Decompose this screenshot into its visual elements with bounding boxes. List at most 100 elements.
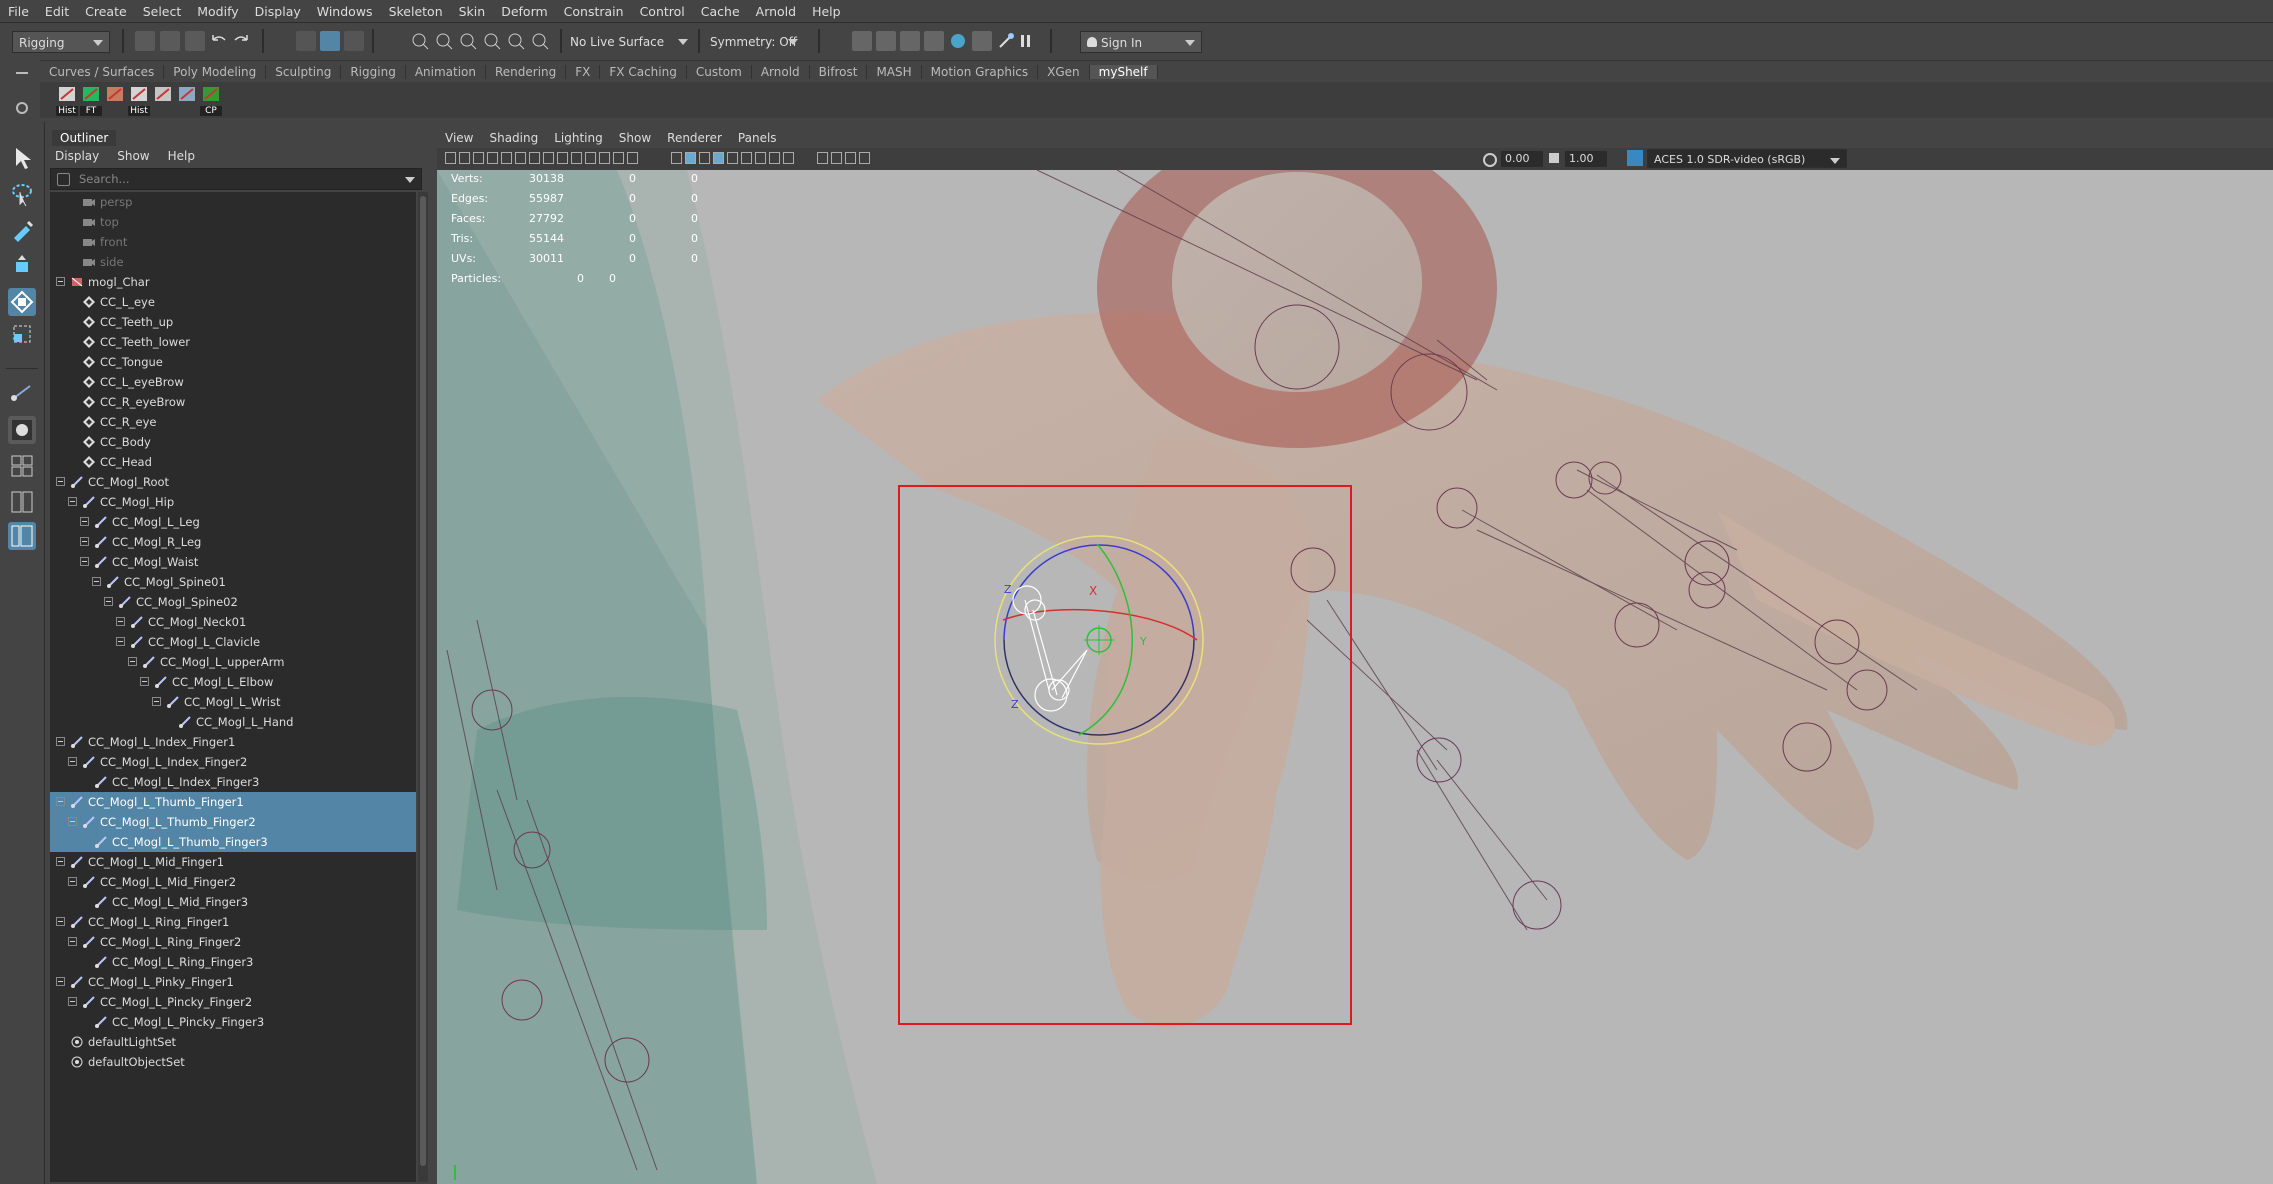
snap-point-icon[interactable] — [458, 31, 478, 51]
expand-toggle-icon[interactable] — [56, 737, 65, 746]
xray-icon[interactable] — [831, 152, 842, 164]
single-view-icon[interactable] — [8, 416, 36, 444]
hypershade-icon[interactable] — [948, 31, 968, 51]
shelf-tab-bifrost[interactable]: Bifrost — [810, 65, 868, 79]
gamma-value[interactable]: 1.00 — [1565, 151, 1607, 167]
outliner-item[interactable]: CC_Mogl_L_Pincky_Finger2 — [50, 992, 416, 1012]
expand-toggle-icon[interactable] — [68, 997, 77, 1006]
screen-space-ao-icon[interactable] — [755, 152, 766, 164]
scale-tool-icon[interactable] — [8, 320, 36, 348]
resolution-gate-icon[interactable] — [571, 152, 582, 164]
outliner-item[interactable]: CC_Mogl_R_Leg — [50, 532, 416, 552]
menu-edit[interactable]: Edit — [37, 4, 77, 19]
expand-toggle-icon[interactable] — [56, 797, 65, 806]
xray-joints-icon[interactable] — [845, 152, 856, 164]
outliner-item[interactable]: CC_Mogl_L_Mid_Finger3 — [50, 892, 416, 912]
snap-normal-icon[interactable] — [530, 31, 550, 51]
shelf-tab-mash[interactable]: MASH — [867, 65, 922, 79]
lasso-tool-icon[interactable] — [8, 180, 36, 208]
isolate-select-icon[interactable] — [817, 152, 828, 164]
shelf-tab-fx[interactable]: FX — [566, 65, 601, 79]
color-space-dropdown[interactable]: ACES 1.0 SDR-video (sRGB) — [1647, 149, 1847, 168]
outliner-item[interactable]: CC_Head — [50, 452, 416, 472]
snap-view-plane-icon[interactable] — [482, 31, 502, 51]
menu-select[interactable]: Select — [135, 4, 190, 19]
ipr-render-icon[interactable] — [900, 31, 920, 51]
shelf-settings-icon[interactable] — [16, 102, 28, 114]
image-plane-icon[interactable] — [501, 152, 512, 164]
antialiasing-icon[interactable] — [783, 152, 794, 164]
expand-toggle-icon[interactable] — [128, 657, 137, 666]
outliner-item[interactable]: CC_L_eyeBrow — [50, 372, 416, 392]
select-object-icon[interactable] — [320, 31, 340, 51]
outliner-item[interactable]: CC_Mogl_L_Mid_Finger1 — [50, 852, 416, 872]
outliner-item[interactable]: front — [50, 232, 416, 252]
menu-windows[interactable]: Windows — [309, 4, 381, 19]
expand-toggle-icon[interactable] — [104, 597, 113, 606]
outliner-item[interactable]: CC_Mogl_L_Index_Finger2 — [50, 752, 416, 772]
grease-pencil-icon[interactable] — [529, 152, 540, 164]
shelf-tab-arnold[interactable]: Arnold — [752, 65, 810, 79]
textured-icon[interactable] — [713, 152, 724, 164]
joint-tool-icon[interactable] — [8, 378, 36, 406]
menu-cache[interactable]: Cache — [693, 4, 748, 19]
snap-curve-icon[interactable] — [434, 31, 454, 51]
shelf-tab-motion-graphics[interactable]: Motion Graphics — [922, 65, 1039, 79]
outliner-item[interactable]: CC_R_eyeBrow — [50, 392, 416, 412]
safe-title-icon[interactable] — [627, 152, 638, 164]
xray-active-icon[interactable] — [859, 152, 870, 164]
menu-file[interactable]: File — [0, 4, 37, 19]
outliner-item[interactable]: CC_R_eye — [50, 412, 416, 432]
outliner-tab[interactable]: Outliner — [52, 130, 117, 146]
outliner-item[interactable]: CC_Mogl_L_Wrist — [50, 692, 416, 712]
outliner-menu-display[interactable]: Display — [46, 149, 108, 163]
use-lights-icon[interactable] — [727, 152, 738, 164]
outliner-item[interactable]: side — [50, 252, 416, 272]
shadows-icon[interactable] — [741, 152, 752, 164]
lock-camera-icon[interactable] — [459, 152, 470, 164]
new-scene-icon[interactable] — [135, 31, 155, 51]
center-pivot-icon[interactable]: CP — [200, 85, 230, 116]
grid-icon[interactable] — [543, 152, 554, 164]
shelf-tab-custom[interactable]: Custom — [687, 65, 752, 79]
outliner-item[interactable]: CC_Mogl_L_Ring_Finger2 — [50, 932, 416, 952]
field-chart-icon[interactable] — [599, 152, 610, 164]
menu-modify[interactable]: Modify — [189, 4, 246, 19]
menu-help[interactable]: Help — [804, 4, 849, 19]
outliner-item[interactable]: CC_Mogl_L_Leg — [50, 512, 416, 532]
expand-toggle-icon[interactable] — [116, 617, 125, 626]
menu-arnold[interactable]: Arnold — [748, 4, 804, 19]
outliner-item[interactable]: top — [50, 212, 416, 232]
menuset-dropdown[interactable]: Rigging — [12, 31, 110, 53]
save-scene-icon[interactable] — [185, 31, 205, 51]
wireframe-icon[interactable] — [671, 152, 682, 164]
outliner-item[interactable]: mogl_Char — [50, 272, 416, 292]
camera-far-field[interactable]: 1.00 — [1549, 151, 1607, 167]
shelf-tab-rendering[interactable]: Rendering — [486, 65, 567, 79]
outliner-item[interactable]: CC_Mogl_Hip — [50, 492, 416, 512]
expand-toggle-icon[interactable] — [68, 757, 77, 766]
viewport-menu-lighting[interactable]: Lighting — [546, 131, 611, 145]
shelf-tab-rigging[interactable]: Rigging — [341, 65, 406, 79]
outliner-item[interactable]: defaultObjectSet — [50, 1052, 416, 1072]
outliner-item[interactable]: CC_L_eye — [50, 292, 416, 312]
undo-icon[interactable] — [208, 31, 228, 51]
bookmarks-icon[interactable] — [487, 152, 498, 164]
expand-toggle-icon[interactable] — [68, 877, 77, 886]
expand-toggle-icon[interactable] — [140, 677, 149, 686]
outliner-item[interactable]: CC_Mogl_L_Thumb_Finger2 — [50, 812, 416, 832]
make-live-icon[interactable] — [506, 31, 526, 51]
outliner-item[interactable]: CC_Mogl_L_Clavicle — [50, 632, 416, 652]
render-settings-icon[interactable] — [924, 31, 944, 51]
outliner-item[interactable]: CC_Mogl_L_Ring_Finger1 — [50, 912, 416, 932]
motion-blur-icon[interactable] — [769, 152, 780, 164]
expand-toggle-icon[interactable] — [68, 937, 77, 946]
symmetry-dropdown[interactable]: Symmetry: Off — [704, 31, 804, 53]
shelf-tab-xgen[interactable]: XGen — [1038, 65, 1090, 79]
outliner-item[interactable]: CC_Mogl_Root — [50, 472, 416, 492]
outliner-item[interactable]: CC_Mogl_L_Index_Finger3 — [50, 772, 416, 792]
menu-constrain[interactable]: Constrain — [556, 4, 632, 19]
viewport-menu-shading[interactable]: Shading — [481, 131, 546, 145]
outliner-item[interactable]: CC_Mogl_L_Pinky_Finger1 — [50, 972, 416, 992]
expand-toggle-icon[interactable] — [116, 637, 125, 646]
